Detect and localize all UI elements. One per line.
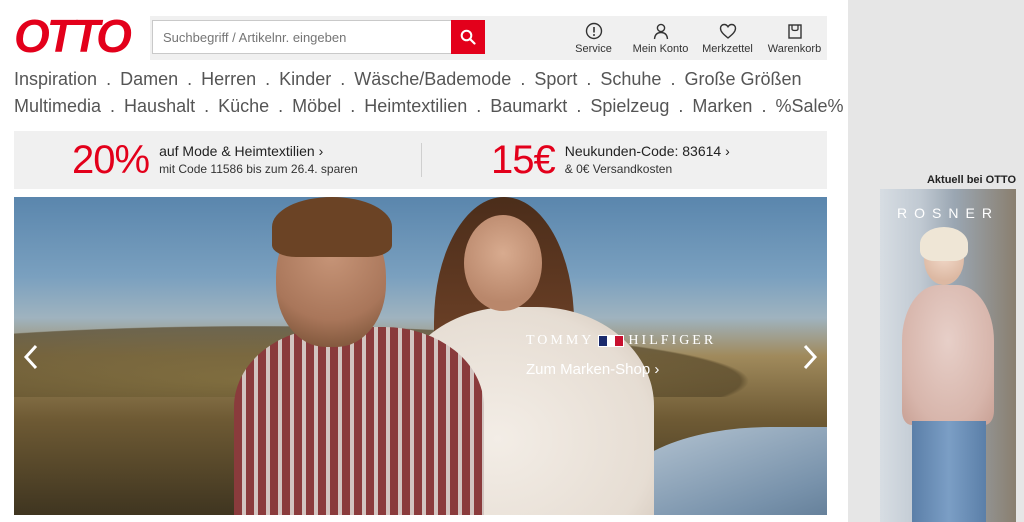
hero-brand-left: TOMMY [526, 333, 595, 348]
sidebar-title: Aktuell bei OTTO [926, 174, 1016, 186]
search-box [152, 20, 485, 54]
nav-sport[interactable]: Sport [534, 66, 577, 93]
nav-herren[interactable]: Herren [201, 66, 256, 93]
carousel-next-button[interactable] [793, 337, 827, 377]
nav-sale[interactable]: %Sale% [775, 93, 843, 120]
promo-discount[interactable]: 20% auf Mode & Heimtextilien › mit Code … [72, 131, 358, 189]
nav-separator: . [340, 69, 346, 89]
hero-brand-logo: TOMMY HILFIGER [526, 333, 716, 349]
promo-discount-text: auf Mode & Heimtextilien › mit Code 1158… [159, 142, 358, 178]
nav-kinder[interactable]: Kinder [279, 66, 331, 93]
sidebar-ad-banner[interactable]: ROSNER [880, 189, 1016, 522]
nav-separator: . [476, 96, 482, 116]
promo-new-customer-subtitle: & 0€ Versandkosten [564, 162, 673, 176]
cart-icon [787, 23, 802, 39]
category-nav: Inspiration. Damen. Herren. Kinder. Wäsc… [14, 66, 844, 120]
nav-grosse-groessen[interactable]: Große Größen [684, 66, 801, 93]
nav-haushalt[interactable]: Haushalt [124, 93, 195, 120]
promo-discount-value: 20% [72, 137, 150, 182]
service-label: Service [575, 42, 612, 55]
nav-inspiration[interactable]: Inspiration [14, 66, 97, 93]
account-label: Mein Konto [632, 42, 689, 55]
otto-logo[interactable]: OTTO [14, 10, 132, 62]
nav-separator: . [350, 96, 356, 116]
hero-man-shirt [234, 327, 484, 515]
service-link[interactable]: Service [560, 16, 627, 60]
hero-brand-right: HILFIGER [628, 333, 717, 348]
nav-separator: . [586, 69, 592, 89]
promo-bar: 20% auf Mode & Heimtextilien › mit Code … [14, 131, 827, 189]
nav-schuhe[interactable]: Schuhe [600, 66, 661, 93]
category-row-2: Multimedia. Haushalt. Küche. Möbel. Heim… [14, 93, 844, 120]
promo-new-customer-title: Neukunden-Code: 83614 › [564, 143, 730, 159]
nav-multimedia[interactable]: Multimedia [14, 93, 101, 120]
promo-new-customer-text: Neukunden-Code: 83614 › & 0€ Versandkost… [565, 142, 730, 178]
nav-damen[interactable]: Damen [120, 66, 178, 93]
nav-separator: . [278, 96, 284, 116]
nav-moebel[interactable]: Möbel [292, 93, 341, 120]
ad-model-jeans [912, 421, 986, 522]
header-bar: Service Mein Konto Merkzettel Warenkorb [150, 16, 827, 60]
nav-baumarkt[interactable]: Baumarkt [490, 93, 567, 120]
header-links: Service Mein Konto Merkzettel Warenkorb [560, 16, 828, 60]
nav-separator: . [187, 69, 193, 89]
search-button[interactable] [451, 20, 485, 54]
cart-link[interactable]: Warenkorb [761, 16, 828, 60]
search-icon [460, 29, 476, 45]
nav-separator: . [520, 69, 526, 89]
promo-new-customer[interactable]: 15€ Neukunden-Code: 83614 › & 0€ Versand… [491, 131, 730, 189]
promo-divider [421, 143, 422, 177]
hero-cta-link[interactable]: Zum Marken-Shop › [526, 361, 659, 378]
hero-carousel[interactable]: TOMMY HILFIGER Zum Marken-Shop › [14, 197, 827, 515]
wishlist-label: Merkzettel [702, 42, 753, 55]
nav-separator: . [204, 96, 210, 116]
hero-woman-face [464, 215, 542, 311]
ad-model-hair [920, 227, 968, 261]
carousel-prev-button[interactable] [14, 337, 48, 377]
info-icon [585, 22, 602, 39]
nav-separator: . [110, 96, 116, 116]
ad-brand-name: ROSNER [897, 205, 999, 221]
chevron-right-icon [803, 344, 818, 370]
promo-discount-subtitle: mit Code 11586 bis zum 26.4. sparen [159, 162, 358, 176]
nav-separator: . [106, 69, 112, 89]
cart-label: Warenkorb [767, 42, 822, 55]
account-link[interactable]: Mein Konto [627, 16, 694, 60]
nav-marken[interactable]: Marken [692, 93, 752, 120]
ad-model-blouse [902, 285, 994, 425]
hero-man-hair [272, 197, 392, 257]
wishlist-link[interactable]: Merkzettel [694, 16, 761, 60]
nav-separator: . [576, 96, 582, 116]
nav-waesche-bademode[interactable]: Wäsche/Bademode [354, 66, 511, 93]
nav-separator: . [678, 96, 684, 116]
nav-separator: . [761, 96, 767, 116]
nav-separator: . [265, 69, 271, 89]
promo-discount-title: auf Mode & Heimtextilien › [159, 143, 324, 159]
flag-icon [598, 335, 625, 347]
nav-spielzeug[interactable]: Spielzeug [590, 93, 669, 120]
promo-new-customer-value: 15€ [491, 137, 556, 182]
chevron-left-icon [23, 344, 38, 370]
heart-icon [719, 23, 736, 39]
search-input[interactable] [153, 21, 449, 53]
nav-separator: . [670, 69, 676, 89]
nav-heimtextilien[interactable]: Heimtextilien [364, 93, 467, 120]
logo-text: OTTO [14, 10, 132, 62]
nav-kueche[interactable]: Küche [218, 93, 269, 120]
category-row-1: Inspiration. Damen. Herren. Kinder. Wäsc… [14, 66, 834, 93]
user-icon [653, 23, 668, 39]
